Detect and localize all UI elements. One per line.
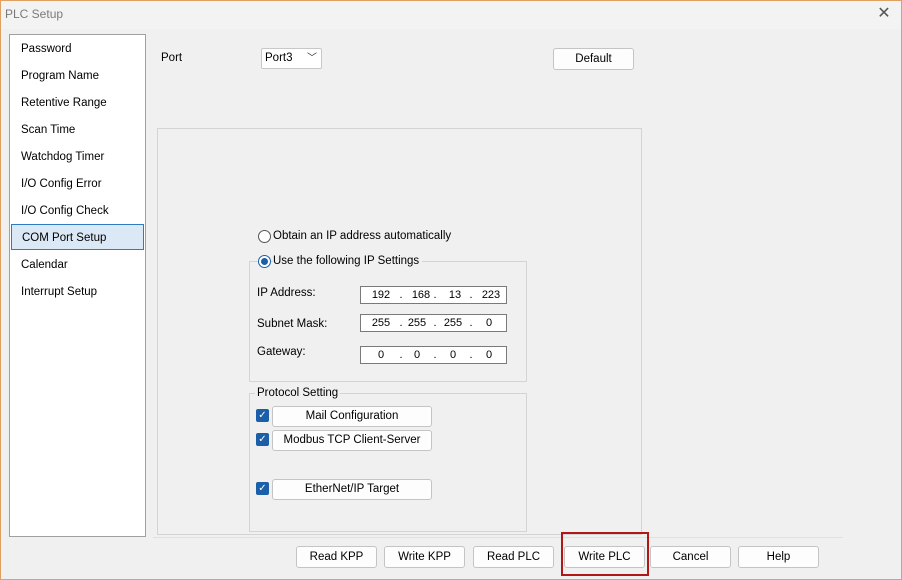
sidebar-item-com-port-setup[interactable]: COM Port Setup [11, 224, 144, 250]
sidebar-item-io-config-check[interactable]: I/O Config Check [11, 198, 144, 224]
ip-address-label: IP Address: [257, 287, 316, 299]
gateway-field[interactable]: 0 . 0 . 0 . 0 [360, 346, 507, 364]
obtain-ip-auto-radio[interactable] [258, 230, 271, 243]
mail-configuration-checkbox[interactable]: ✓ [256, 409, 269, 422]
window-title: PLC Setup [5, 7, 64, 21]
ip-address-field[interactable]: 192 . 168 . 13 . 223 [360, 286, 507, 304]
read-plc-button[interactable]: Read PLC [473, 546, 554, 568]
protocol-setting-title: Protocol Setting [255, 387, 341, 399]
sidebar-item-watchdog-timer[interactable]: Watchdog Timer [11, 144, 144, 170]
sidebar-item-io-config-error[interactable]: I/O Config Error [11, 171, 144, 197]
use-following-ip-radio[interactable] [258, 255, 271, 268]
title-bar: PLC Setup ✕ [1, 1, 901, 29]
read-kpp-button[interactable]: Read KPP [296, 546, 377, 568]
sidebar-item-retentive-range[interactable]: Retentive Range [11, 90, 144, 116]
port-label: Port [161, 52, 183, 64]
subnet-mask-field[interactable]: 255 . 255 . 255 . 0 [360, 314, 507, 332]
write-kpp-button[interactable]: Write KPP [384, 546, 465, 568]
obtain-ip-auto-label: Obtain an IP address automatically [273, 230, 452, 242]
gateway-label: Gateway: [257, 346, 306, 358]
help-button[interactable]: Help [738, 546, 819, 568]
sidebar: Password Program Name Retentive Range Sc… [9, 34, 146, 537]
sidebar-item-program-name[interactable]: Program Name [11, 63, 144, 89]
use-following-ip-label: Use the following IP Settings [273, 255, 423, 267]
chevron-down-icon: ﹀ [307, 53, 317, 64]
modbus-checkbox[interactable]: ✓ [256, 433, 269, 446]
ethernet-ip-checkbox[interactable]: ✓ [256, 482, 269, 495]
default-button[interactable]: Default [553, 48, 634, 70]
write-plc-highlight [561, 532, 649, 576]
footer-divider [153, 537, 843, 538]
port-select-value: Port3 [265, 52, 293, 64]
cancel-button[interactable]: Cancel [650, 546, 731, 568]
modbus-tcp-button[interactable]: Modbus TCP Client-Server [272, 430, 432, 451]
sidebar-item-interrupt-setup[interactable]: Interrupt Setup [11, 279, 144, 305]
ethernet-ip-target-button[interactable]: EtherNet/IP Target [272, 479, 432, 500]
sidebar-item-calendar[interactable]: Calendar [11, 252, 144, 278]
mail-configuration-button[interactable]: Mail Configuration [272, 406, 432, 427]
port-select[interactable]: Port3 ﹀ [261, 48, 322, 69]
sidebar-item-password[interactable]: Password [11, 36, 144, 62]
close-icon[interactable]: ✕ [875, 5, 893, 23]
plc-setup-window: PLC Setup ✕ Password Program Name Retent… [0, 0, 902, 580]
sidebar-item-scan-time[interactable]: Scan Time [11, 117, 144, 143]
subnet-mask-label: Subnet Mask: [257, 318, 328, 330]
